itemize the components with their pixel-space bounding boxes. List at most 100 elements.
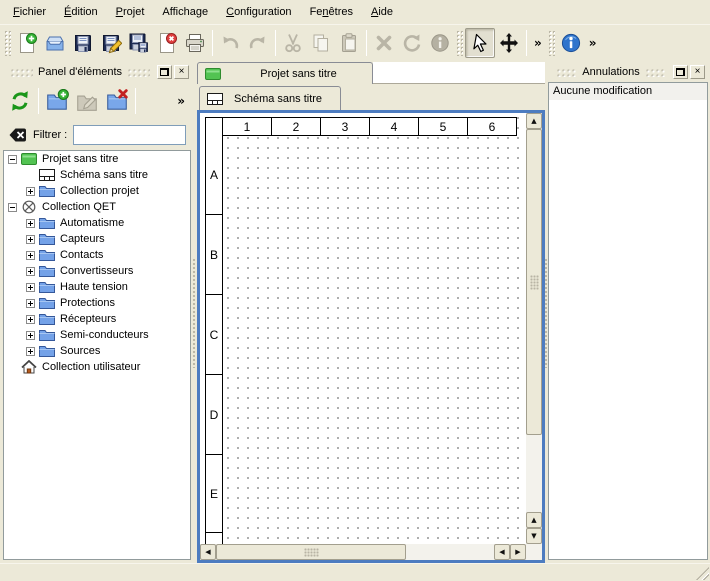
- menu-configuration[interactable]: Configuration: [217, 2, 300, 22]
- expand-icon[interactable]: [26, 187, 35, 196]
- tree-item[interactable]: Capteurs: [4, 231, 190, 247]
- open-document-button[interactable]: [41, 29, 69, 57]
- menu-edition[interactable]: Édition: [55, 2, 107, 22]
- dock-drag-handle[interactable]: [645, 68, 666, 77]
- menu-fenetres[interactable]: Fenêtres: [301, 2, 362, 22]
- filter-row: Filtrer :: [2, 120, 192, 150]
- vertical-scrollbar[interactable]: ▲ ▲ ▼: [526, 113, 542, 544]
- overflow-chevron[interactable]: »: [173, 94, 189, 108]
- schema-canvas[interactable]: 123456 ABCDE: [200, 113, 526, 544]
- tree-item[interactable]: Automatisme: [4, 215, 190, 231]
- undo-panel-title: Annulations: [582, 66, 640, 78]
- schema-view: 123456 ABCDE ▲ ▲ ▼ ◀ ◀ ▶: [197, 110, 545, 563]
- filter-input[interactable]: [73, 125, 186, 145]
- expand-icon[interactable]: [26, 299, 35, 308]
- toolbar-drag-handle[interactable]: [4, 30, 11, 56]
- select-tool-button[interactable]: [465, 28, 495, 58]
- save-as-button[interactable]: [97, 29, 125, 57]
- tree-item[interactable]: Contacts: [4, 247, 190, 263]
- expand-icon[interactable]: [26, 235, 35, 244]
- schema-icon: [207, 92, 223, 106]
- close-document-button[interactable]: [153, 29, 181, 57]
- vertical-scroll-thumb[interactable]: [526, 129, 542, 435]
- collapse-icon[interactable]: [8, 203, 17, 212]
- about-qet-button[interactable]: [557, 29, 585, 57]
- tab-schema[interactable]: Schéma sans titre: [199, 86, 341, 110]
- main-toolbar: »»: [0, 24, 710, 60]
- tree-item[interactable]: Semi-conducteurs: [4, 327, 190, 343]
- print-button[interactable]: [181, 29, 209, 57]
- qet-icon: [21, 200, 37, 214]
- tree-item[interactable]: Récepteurs: [4, 311, 190, 327]
- collapse-icon[interactable]: [8, 155, 17, 164]
- delete-x-icon: [373, 32, 395, 54]
- scroll-left-button[interactable]: ◀: [200, 544, 216, 560]
- expand-icon[interactable]: [26, 251, 35, 260]
- save-button[interactable]: [69, 29, 97, 57]
- scroll-up-button[interactable]: ▲: [526, 113, 542, 129]
- blue-folder-icon: [39, 296, 55, 310]
- dock-drag-handle[interactable]: [556, 68, 577, 77]
- tree-item[interactable]: Collection QET: [4, 199, 190, 215]
- expand-icon[interactable]: [26, 315, 35, 324]
- dock-drag-handle[interactable]: [127, 68, 150, 77]
- tree-item[interactable]: Schéma sans titre: [4, 167, 190, 183]
- scroll-up-button[interactable]: ▲: [526, 512, 542, 528]
- home-icon: [21, 360, 37, 374]
- undo-history-item[interactable]: Aucune modification: [549, 83, 707, 100]
- resize-grip[interactable]: [696, 567, 709, 580]
- scroll-down-button[interactable]: ▼: [526, 528, 542, 544]
- reload-collections-button[interactable]: [5, 86, 35, 116]
- delete-category-button[interactable]: [102, 86, 132, 116]
- menu-aide[interactable]: Aide: [362, 2, 402, 22]
- blue-folder-icon: [39, 344, 55, 358]
- expand-icon[interactable]: [26, 219, 35, 228]
- paste-button: [335, 29, 363, 57]
- cursor-icon: [469, 32, 491, 54]
- expand-icon[interactable]: [26, 347, 35, 356]
- tree-item[interactable]: Sources: [4, 343, 190, 359]
- menu-projet[interactable]: Projet: [107, 2, 154, 22]
- toolbar-separator: [366, 30, 367, 56]
- overflow-chevron[interactable]: »: [585, 36, 601, 50]
- tree-item[interactable]: Convertisseurs: [4, 263, 190, 279]
- scroll-right-button[interactable]: ▶: [510, 544, 526, 560]
- new-category-button[interactable]: [42, 86, 72, 116]
- thumb-grip: [530, 275, 539, 290]
- expand-icon[interactable]: [26, 283, 35, 292]
- expand-icon[interactable]: [26, 267, 35, 276]
- menu-affichage[interactable]: Affichage: [153, 2, 217, 22]
- close-button[interactable]: ×: [690, 65, 705, 79]
- redo-button: [244, 29, 272, 57]
- float-button[interactable]: [157, 65, 172, 79]
- menu-fichier[interactable]: Fichier: [4, 2, 55, 22]
- blue-folder-icon: [39, 184, 55, 198]
- expand-icon[interactable]: [26, 331, 35, 340]
- elements-panel-toolbar: »: [2, 82, 192, 120]
- move-tool-button[interactable]: [495, 29, 523, 57]
- toolbar-drag-handle[interactable]: [548, 30, 555, 56]
- toolbar-drag-handle[interactable]: [456, 30, 463, 56]
- scroll-left-button[interactable]: ◀: [494, 544, 510, 560]
- new-document-button[interactable]: [13, 29, 41, 57]
- tree-item[interactable]: Collection projet: [4, 183, 190, 199]
- tab-project[interactable]: Projet sans titre: [197, 62, 373, 84]
- move-icon: [498, 32, 520, 54]
- tree-item[interactable]: Haute tension: [4, 279, 190, 295]
- horizontal-scroll-thumb[interactable]: [216, 544, 406, 560]
- blue-folder-icon: [39, 216, 55, 230]
- save-all-button[interactable]: [125, 29, 153, 57]
- filter-clear-icon[interactable]: [8, 126, 27, 144]
- cut-icon: [282, 32, 304, 54]
- close-button[interactable]: ×: [174, 65, 189, 79]
- undo-button: [216, 29, 244, 57]
- dock-drag-handle[interactable]: [10, 68, 33, 77]
- column-header-cell: 4: [369, 117, 419, 136]
- horizontal-scrollbar[interactable]: ◀ ◀ ▶: [200, 544, 526, 560]
- tree-item[interactable]: Collection utilisateur: [4, 359, 190, 375]
- float-button[interactable]: [673, 65, 688, 79]
- tree-item[interactable]: Projet sans titre: [4, 151, 190, 167]
- tree-item[interactable]: Protections: [4, 295, 190, 311]
- overflow-chevron[interactable]: »: [530, 36, 546, 50]
- row-labels: ABCDE: [205, 135, 223, 544]
